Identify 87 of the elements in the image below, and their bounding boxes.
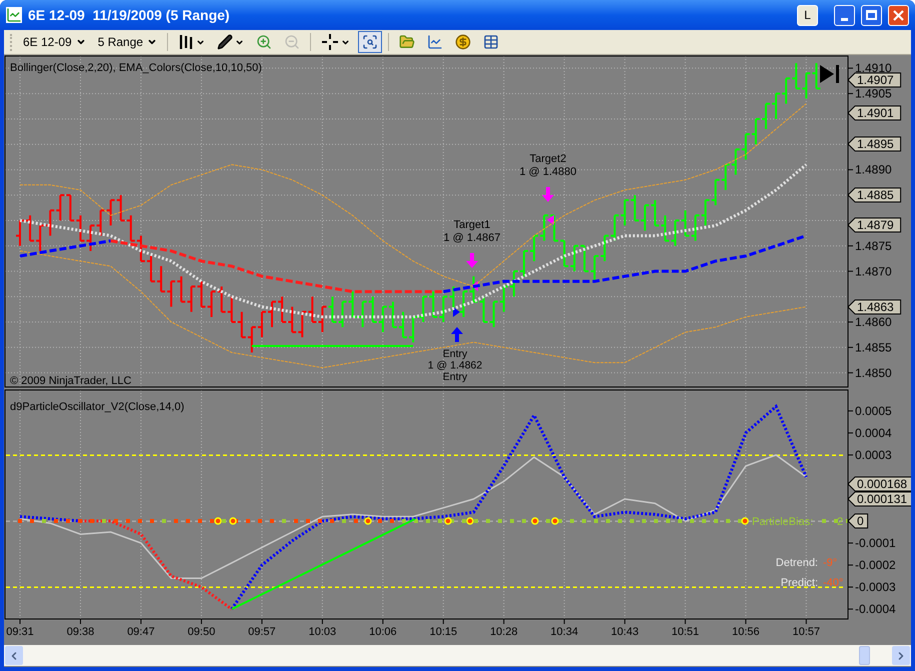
down-arrow-icon: [542, 187, 554, 202]
time-label: 10:56: [732, 626, 760, 638]
axis-label: 1.4890: [855, 162, 892, 177]
toolbar-dropdown[interactable]: 5 Range: [94, 32, 162, 52]
marker-icon: [453, 307, 460, 317]
order-label: Target1: [454, 219, 490, 231]
order-label: Target2: [530, 153, 566, 165]
value-tag: 1.4895: [847, 136, 902, 152]
marker-icon: [471, 281, 478, 291]
legend-value: -40°: [823, 577, 844, 589]
table-icon: [483, 34, 500, 50]
time-label: 10:06: [369, 626, 397, 638]
skip-to-end-icon[interactable]: [820, 65, 839, 83]
folder-icon: [399, 34, 416, 50]
scrollbar-thumb[interactable]: [859, 646, 870, 665]
time-label: 09:47: [127, 626, 155, 638]
time-label: 10:51: [672, 626, 700, 638]
app-icon: [6, 7, 22, 23]
pen-icon: [217, 34, 234, 50]
value-tag: 0: [847, 514, 868, 528]
toolbar-dropdown[interactable]: 6E 12-09: [19, 32, 90, 52]
axis-label: 1.4905: [855, 86, 892, 101]
marker-icon: [547, 215, 554, 225]
legend-label: Predict:: [780, 577, 818, 589]
close-icon: [893, 10, 904, 20]
down-arrow-icon: [466, 253, 478, 268]
order-label: 1 @ 1.4880: [519, 166, 577, 178]
time-label: 09:57: [248, 626, 276, 638]
axis-label: -0.0002: [855, 558, 896, 572]
legend-value: -9°: [823, 557, 838, 569]
axis-label: 1.4875: [855, 238, 892, 253]
axis-label: -0.0004: [855, 602, 896, 616]
magnifier-icon: [362, 34, 378, 50]
zoom-in-icon: [256, 34, 272, 50]
axis-label: 1.4870: [855, 264, 892, 278]
toolbar-button[interactable]: [358, 31, 382, 53]
time-label: 10:15: [430, 626, 458, 638]
axis-label: 1.4855: [855, 340, 892, 354]
copyright-text: © 2009 NinjaTrader, LLC: [10, 375, 132, 387]
time-label: 10:43: [611, 626, 639, 638]
bars-icon: [178, 34, 194, 50]
time-label: 10:03: [308, 626, 336, 638]
value-tag: 1.4907: [847, 72, 902, 88]
axis-label: 1.4860: [855, 315, 892, 330]
scroll-right-button[interactable]: [892, 646, 910, 665]
order-label: Entry: [442, 348, 468, 360]
horizontal-scrollbar[interactable]: [4, 645, 911, 666]
value-tag: 1.4863: [847, 300, 902, 314]
value-tag: 1.4901: [847, 106, 902, 120]
value-tag: 1.4885: [847, 188, 902, 202]
crosshair-icon: [321, 33, 340, 51]
time-label: 10:28: [490, 626, 518, 638]
legend-value: 2: [837, 516, 844, 528]
axis-label: -0.0001: [855, 536, 896, 550]
axis-label: 0.0003: [855, 448, 892, 462]
up-arrow-icon: [451, 327, 463, 342]
caret-icon: [147, 37, 158, 47]
axis-label: -0.0003: [855, 580, 896, 594]
axis-label: 0.0005: [855, 404, 892, 418]
legend-label: ParticleBias:: [752, 516, 814, 528]
zoom-out-icon: [284, 34, 300, 50]
axis-label: 1.4850: [855, 366, 892, 380]
value-tag: 1.4879: [847, 218, 902, 232]
legend-label: Detrend:: [776, 557, 818, 569]
time-label: 09:38: [66, 626, 94, 638]
time-label: 10:57: [792, 626, 820, 638]
indicator-title: Bollinger(Close,2,20), EMA_Colors(Close,10,10,50): [10, 62, 262, 74]
axis-label: 1.4910: [855, 61, 892, 76]
time-label: 09:31: [6, 626, 34, 638]
time-label: 09:50: [188, 626, 216, 638]
order-label: 1 @ 1.4862: [428, 360, 482, 372]
scroll-left-button[interactable]: [5, 646, 23, 665]
coin-icon: [455, 34, 472, 50]
axis-label: 0.0004: [855, 426, 892, 440]
line-chart-icon: [427, 34, 444, 50]
close-button[interactable]: [888, 4, 909, 26]
indicator-title: d9ParticleOscillator_V2(Close,14,0): [10, 401, 184, 413]
order-label: Entry: [442, 371, 468, 383]
time-label: 10:34: [550, 626, 578, 638]
caret-icon: [76, 37, 86, 47]
value-tag: 0.000131: [847, 492, 911, 506]
minimize-button[interactable]: [834, 4, 855, 26]
value-tag: 0.000168: [847, 476, 911, 492]
maximize-button[interactable]: [861, 4, 882, 26]
order-label: 1 @ 1.4867: [443, 232, 501, 244]
window-title: 6E 12-09 11/19/2009 (5 Range): [28, 6, 231, 25]
window-button[interactable]: L: [797, 4, 818, 26]
